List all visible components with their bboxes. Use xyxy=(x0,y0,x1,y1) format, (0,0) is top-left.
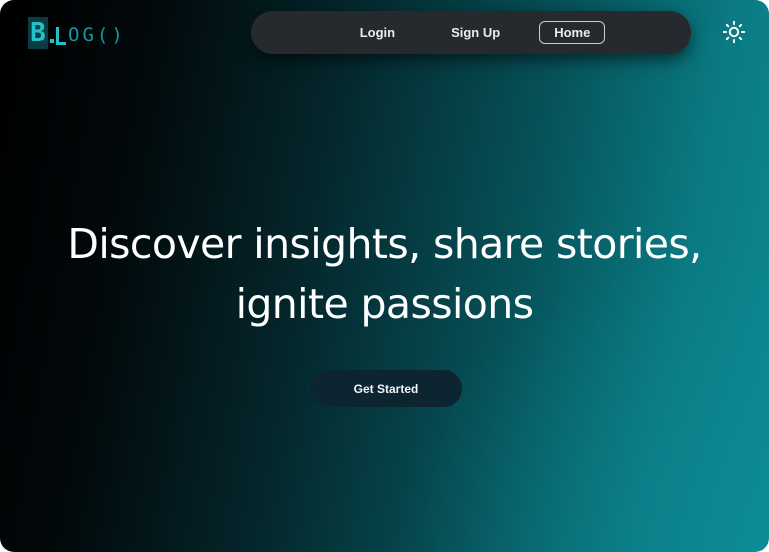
get-started-button[interactable]: Get Started xyxy=(310,370,462,407)
nav-login-link[interactable]: Login xyxy=(345,20,410,45)
logo-letter-l xyxy=(56,27,66,45)
logo-dot xyxy=(50,39,54,43)
nav-signup-link[interactable]: Sign Up xyxy=(436,20,515,45)
hero-heading-line-1: Discover insights, share stories, xyxy=(67,220,702,268)
logo-letter-b: B xyxy=(28,17,48,49)
hero-section: Discover insights, share stories, ignite… xyxy=(0,214,769,334)
nav-home-link[interactable]: Home xyxy=(539,21,606,44)
theme-toggle-button[interactable] xyxy=(722,20,746,44)
site-logo[interactable]: B OG() xyxy=(28,15,126,49)
hero-heading-line-2: ignite passions xyxy=(235,280,534,328)
sun-icon xyxy=(722,20,746,44)
top-navigation: Login Sign Up Home xyxy=(251,11,691,54)
page: B OG() Login Sign Up Home Discover insig… xyxy=(0,0,769,552)
logo-text: OG() xyxy=(68,24,126,46)
hero-heading: Discover insights, share stories, ignite… xyxy=(0,214,769,334)
